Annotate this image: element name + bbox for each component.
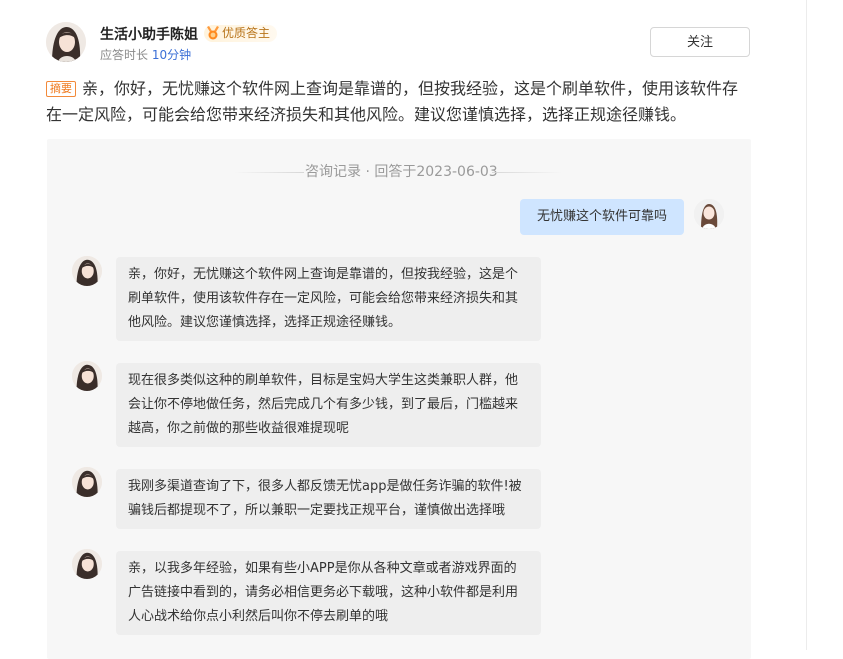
page-divider <box>806 0 807 650</box>
summary-tag: 摘要 <box>46 81 76 97</box>
divider-left <box>234 172 304 173</box>
summary-text: 亲，你好，无忧赚这个软件网上查询是靠谱的，但按我经验，这是个刷单软件，使用该软件… <box>46 79 739 124</box>
answer-bubble: 我刚多渠道查询了下，很多人都反馈无忧app是做任务诈骗的软件!被骗钱后都提现不了… <box>116 469 541 529</box>
medal-icon <box>207 26 219 40</box>
consultation-panel: 咨询记录 · 回答于2023-06-03 无忧赚这个软件可靠吗 亲，你好，无忧赚… <box>47 139 751 659</box>
answer-summary: 摘要 亲，你好，无忧赚这个软件网上查询是靠谱的，但按我经验，这是个刷单软件，使用该… <box>46 76 751 128</box>
quality-badge: 优质答主 <box>204 25 278 42</box>
author-name[interactable]: 生活小助手陈姐 <box>100 24 198 44</box>
answer-bubble: 亲，以我多年经验，如果有些小APP是你从各种文章或者游戏界面的广告链接中看到的，… <box>116 551 541 635</box>
answerer-avatar[interactable] <box>72 467 102 497</box>
badge-label: 优质答主 <box>222 26 271 40</box>
question-bubble: 无忧赚这个软件可靠吗 <box>520 199 684 235</box>
duration-value: 10分钟 <box>151 48 192 62</box>
record-label: 咨询记录 · 回答于2023-06-03 <box>305 164 498 180</box>
answer-bubble: 现在很多类似这种的刷单软件，目标是宝妈大学生这类兼职人群，他会让你不停地做任务，… <box>116 363 541 447</box>
duration-label: 应答时长 <box>100 48 149 62</box>
answer-header: 生活小助手陈姐 优质答主 应答时长 10分钟 关注 <box>46 20 752 68</box>
answerer-avatar[interactable] <box>72 256 102 286</box>
answerer-avatar[interactable] <box>72 549 102 579</box>
answerer-avatar[interactable] <box>72 361 102 391</box>
follow-button[interactable]: 关注 <box>650 27 750 57</box>
divider-right <box>492 172 562 173</box>
answer-duration: 应答时长 10分钟 <box>100 46 191 63</box>
author-avatar[interactable] <box>46 22 86 62</box>
answer-bubble: 亲，你好，无忧赚这个软件网上查询是靠谱的，但按我经验，这是个刷单软件，使用该软件… <box>116 257 541 341</box>
asker-avatar <box>694 199 724 229</box>
consultation-record-header: 咨询记录 · 回答于2023-06-03 <box>47 161 751 181</box>
